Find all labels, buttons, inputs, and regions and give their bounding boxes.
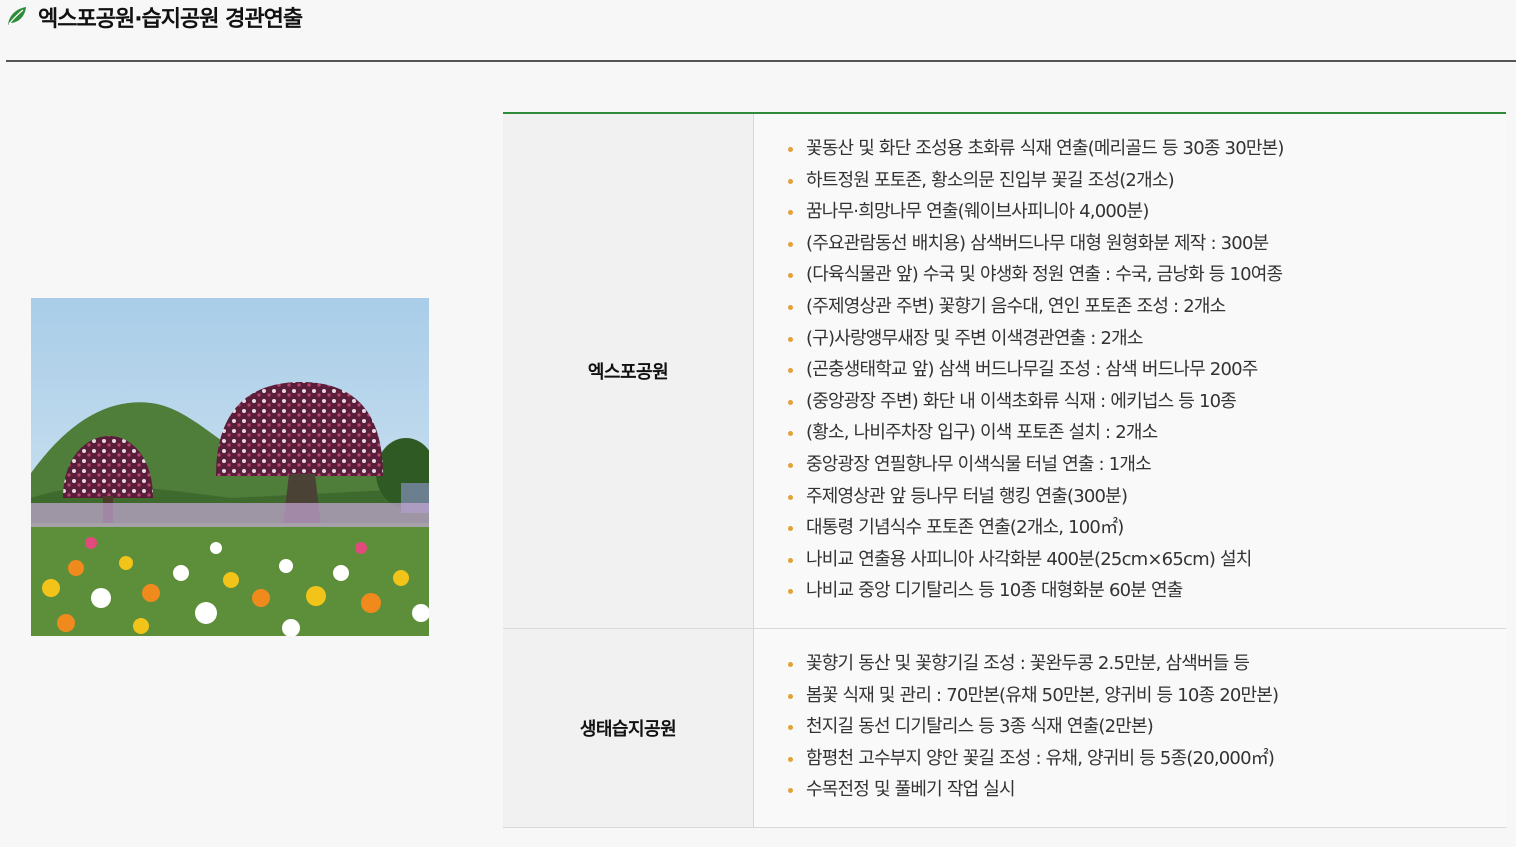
list-item: 중앙광장 연필향나무 이색식물 터널 연출 : 1개소 <box>786 449 1506 481</box>
row-heading-expo-park: 엑스포공원 <box>503 114 754 628</box>
list-item: (중앙광장 주변) 화단 내 이색초화류 식재 : 에키넙스 등 10종 <box>786 386 1506 418</box>
list-item: (구)사랑앵무새장 및 주변 이색경관연출 : 2개소 <box>786 323 1506 355</box>
list-item: (곤충생태학교 앞) 삼색 버드나무길 조성 : 삼색 버드나무 200주 <box>786 354 1506 386</box>
landscape-info-table: 엑스포공원 꽃동산 및 화단 조성용 초화류 식재 연출(메리골드 등 30종 … <box>503 112 1506 828</box>
row-heading-wetland-park: 생태습지공원 <box>503 628 754 827</box>
list-item: 봄꽃 식재 및 관리 : 70만본(유채 50만본, 양귀비 등 10종 20만… <box>786 680 1506 712</box>
list-item: 천지길 동선 디기탈리스 등 3종 식재 연출(2만본) <box>786 711 1506 743</box>
list-item: 나비교 중앙 디기탈리스 등 10종 대형화분 60분 연출 <box>786 575 1506 607</box>
list-item: 대통령 기념식수 포토존 연출(2개소, 100㎡) <box>786 512 1506 544</box>
page: 엑스포공원·습지공원 경관연출 엑스포공원 꽃동산 및 화단 조성용 초화류 식… <box>0 0 1516 847</box>
list-item: (주요관람동선 배치용) 삼색버드나무 대형 원형화분 제작 : 300분 <box>786 228 1506 260</box>
section-title: 엑스포공원·습지공원 경관연출 <box>38 7 303 32</box>
list-item: (다육식물관 앞) 수국 및 야생화 정원 연출 : 수국, 금낭화 등 10여… <box>786 259 1506 291</box>
flower-dome-sculpture-photo <box>31 298 429 636</box>
section-header: 엑스포공원·습지공원 경관연출 <box>6 0 1516 62</box>
list-item: 수목전정 및 풀베기 작업 실시 <box>786 774 1506 806</box>
list-item: 하트정원 포토존, 황소의문 진입부 꽃길 조성(2개소) <box>786 165 1506 197</box>
list-item: 함평천 고수부지 양안 꽃길 조성 : 유채, 양귀비 등 5종(20,000㎡… <box>786 743 1506 775</box>
list-item: 주제영상관 앞 등나무 터널 행킹 연출(300분) <box>786 481 1506 513</box>
list-item: 나비교 연출용 사피니아 사각화분 400분(25cm×65cm) 설치 <box>786 544 1506 576</box>
table-row: 엑스포공원 꽃동산 및 화단 조성용 초화류 식재 연출(메리골드 등 30종 … <box>503 114 1506 629</box>
list-item: (주제영상관 주변) 꽃향기 음수대, 연인 포토존 조성 : 2개소 <box>786 291 1506 323</box>
item-list: 꽃동산 및 화단 조성용 초화류 식재 연출(메리골드 등 30종 30만본) … <box>786 133 1506 607</box>
list-item: 꽃동산 및 화단 조성용 초화류 식재 연출(메리골드 등 30종 30만본) <box>786 133 1506 165</box>
item-list: 꽃향기 동산 및 꽃향기길 조성 : 꽃완두콩 2.5만분, 삼색버들 등 봄꽃… <box>786 648 1506 806</box>
table-row: 생태습지공원 꽃향기 동산 및 꽃향기길 조성 : 꽃완두콩 2.5만분, 삼색… <box>503 628 1506 828</box>
row-body-wetland-park: 꽃향기 동산 및 꽃향기길 조성 : 꽃완두콩 2.5만분, 삼색버들 등 봄꽃… <box>754 628 1506 827</box>
list-item: 꽃향기 동산 및 꽃향기길 조성 : 꽃완두콩 2.5만분, 삼색버들 등 <box>786 648 1506 680</box>
row-body-expo-park: 꽃동산 및 화단 조성용 초화류 식재 연출(메리골드 등 30종 30만본) … <box>754 114 1506 628</box>
list-item: 꿈나무·희망나무 연출(웨이브사피니아 4,000분) <box>786 196 1506 228</box>
list-item: (황소, 나비주차장 입구) 이색 포토존 설치 : 2개소 <box>786 417 1506 449</box>
leaf-icon <box>6 6 28 26</box>
